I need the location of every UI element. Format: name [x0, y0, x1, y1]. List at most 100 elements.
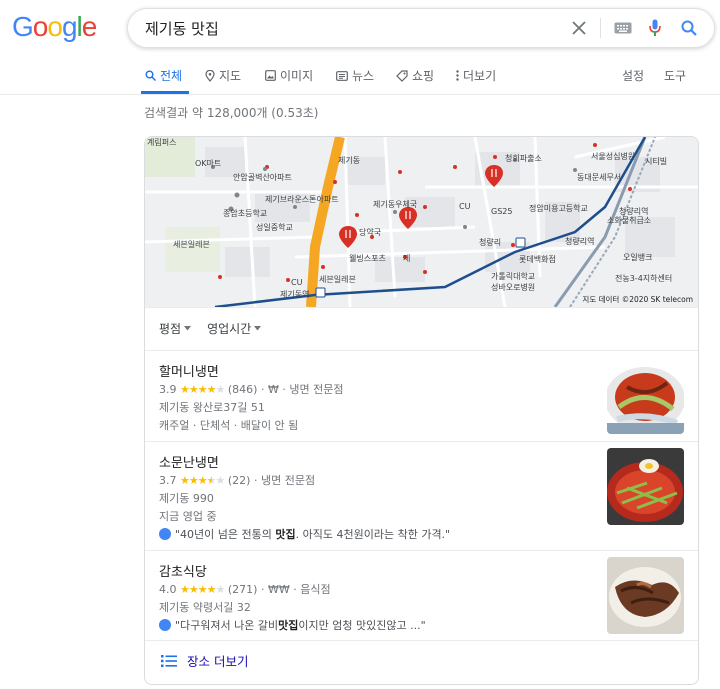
map-label: CU	[459, 202, 471, 211]
tools-link[interactable]: 도구	[664, 67, 686, 84]
rating-value: 4.0	[159, 583, 177, 596]
tab-maps[interactable]: 지도	[205, 67, 241, 84]
map-divider	[145, 307, 698, 308]
map-label: 성일중학교	[256, 222, 293, 232]
map-label: 시티빌	[645, 156, 667, 166]
place-address: 제기동 990	[159, 492, 214, 505]
review-count[interactable]: (846)	[228, 383, 258, 396]
open-status: 지금 영업 중	[159, 510, 217, 523]
place-review: "다구워져서 나온 갈비맛집이지만 엄청 맛있진않고 ..."	[159, 617, 426, 633]
place-photo[interactable]	[607, 557, 684, 634]
price-level: ₩	[267, 383, 279, 396]
tab-maps-label: 지도	[219, 69, 242, 83]
place-photo[interactable]	[607, 357, 684, 434]
map-credit: 지도 데이터 ©2020 SK telecom	[582, 294, 693, 304]
rating-filter[interactable]: 평점	[159, 320, 192, 337]
review-count[interactable]: (22)	[228, 474, 251, 487]
place-category: 음식점	[300, 583, 331, 596]
place-category: 냉면 전문점	[289, 383, 344, 396]
map-label: 전농3-4지하센터	[615, 273, 672, 283]
news-icon	[336, 70, 348, 81]
search-separator	[600, 18, 601, 38]
star-rating: ★★★★★	[180, 474, 225, 487]
tab-all-label: 전체	[160, 69, 183, 83]
review-text: "40년이 넘은 전통의	[175, 528, 276, 541]
settings-link[interactable]: 설정	[622, 67, 644, 84]
rating-filter-label: 평점	[159, 322, 182, 336]
search-input[interactable]: 제기동 맛집	[145, 18, 219, 39]
map-label: 청회파출소	[505, 153, 542, 163]
review-text: 이지만 엄청 맛있진않고 ..."	[298, 619, 426, 632]
star-rating: ★★★★★	[180, 383, 225, 396]
tools-label: 도구	[664, 69, 687, 83]
tab-more[interactable]: 더보기	[456, 67, 496, 84]
place-name[interactable]: 소문난냉면	[159, 452, 219, 471]
user-avatar-icon	[159, 528, 171, 540]
place-photo[interactable]	[607, 448, 684, 525]
map-label: 롯데백화점	[519, 254, 556, 264]
place-name[interactable]: 할머니냉면	[159, 361, 219, 380]
microphone-icon[interactable]	[644, 17, 666, 39]
place-result[interactable]: 소문난냉면 3.7 ★★★★★ (22) · 냉면 전문점 제기동 990 지금…	[145, 441, 698, 550]
review-count[interactable]: (271)	[228, 583, 258, 596]
search-icon	[145, 70, 156, 81]
place-review: "40년이 넘은 전통의 맛집. 아직도 4천원이라는 착한 가격."	[159, 526, 450, 542]
map-label: 오일뱅크	[623, 252, 652, 262]
map-label: 제기동	[338, 156, 360, 165]
map-label: 정암미용고등학교	[529, 203, 588, 213]
tab-news-label: 뉴스	[352, 69, 375, 83]
result-stats: 검색결과 약 128,000개 (0.53초)	[144, 106, 319, 120]
local-map[interactable]: 계림퍼스 OK마트안암골벽산아파트 제기동 청회파출소 서울성심병원시티빌동대문세무서제…	[145, 137, 698, 307]
map-label: CU	[291, 278, 303, 287]
map-label: 세븐일레븐	[319, 275, 356, 284]
result-divider	[145, 640, 698, 641]
map-label: 청량리역	[619, 206, 648, 216]
tab-shopping[interactable]: 쇼핑	[396, 67, 434, 84]
search-box[interactable]: 제기동 맛집	[127, 8, 715, 48]
place-meta: 4.0 ★★★★★ (271) · ₩₩ · 음식점	[159, 583, 331, 596]
tab-news[interactable]: 뉴스	[336, 67, 374, 84]
active-tab-indicator	[141, 91, 189, 94]
search-icon[interactable]	[678, 17, 700, 39]
dropdown-arrow-icon	[184, 326, 192, 331]
more-vert-icon	[456, 70, 459, 81]
rating-value: 3.9	[159, 383, 177, 396]
tab-all[interactable]: 전체	[145, 67, 182, 84]
dropdown-arrow-icon	[254, 326, 262, 331]
place-attributes: 캐주얼 · 단체석 · 배달이 안 됨	[159, 419, 299, 432]
user-avatar-icon	[159, 619, 171, 631]
map-label: 종암초등학교	[223, 208, 267, 218]
place-result[interactable]: 할머니냉면 3.9 ★★★★★ (846) · ₩ · 냉면 전문점 제기동 왕…	[145, 350, 698, 441]
list-icon	[161, 654, 177, 667]
map-label: 계림퍼스	[147, 137, 176, 147]
map-label: 당약국	[359, 227, 381, 237]
tab-images[interactable]: 이미지	[265, 67, 313, 84]
hours-filter[interactable]: 영업시간	[207, 320, 262, 337]
tag-icon	[396, 69, 408, 82]
review-highlight: 맛집	[278, 619, 299, 632]
clear-icon[interactable]	[568, 17, 590, 39]
place-result[interactable]: 감초식당 4.0 ★★★★★ (271) · ₩₩ · 음식점 제기동 약령서길…	[145, 550, 698, 640]
map-label: 제기동역	[280, 289, 309, 299]
local-results-card: 계림퍼스 OK마트 안암골벽산아파트 제기동 청회파출소 서울성심병원 시티빌 동대문세무서 제…	[144, 136, 699, 685]
image-icon	[265, 70, 276, 81]
price-level: ₩₩	[267, 583, 290, 596]
settings-label: 설정	[622, 69, 645, 83]
map-label: 소화물취급소	[607, 216, 651, 225]
map-label: 동대문세무서	[577, 173, 621, 182]
place-name[interactable]: 감초식당	[159, 561, 207, 580]
more-places-label: 장소 더보기	[187, 654, 249, 669]
review-text: "다구워져서 나온 갈비	[175, 619, 279, 632]
place-address: 제기동 왕산로37길 51	[159, 401, 265, 414]
map-label: OK마트	[195, 159, 221, 168]
place-category: 냉면 전문점	[260, 474, 316, 487]
review-text: . 아직도 4천원이라는 착한 가격."	[295, 528, 451, 541]
map-label: 제기브라운스톤아파트	[265, 194, 339, 204]
tab-images-label: 이미지	[280, 69, 314, 83]
keyboard-icon[interactable]	[612, 17, 634, 39]
map-label: 가톨릭대학교	[491, 271, 535, 281]
google-logo[interactable]: Google	[12, 11, 97, 43]
map-label: 성바오로병원	[491, 282, 535, 292]
tab-more-label: 더보기	[463, 69, 497, 83]
more-places-link[interactable]: 장소 더보기	[161, 651, 248, 670]
